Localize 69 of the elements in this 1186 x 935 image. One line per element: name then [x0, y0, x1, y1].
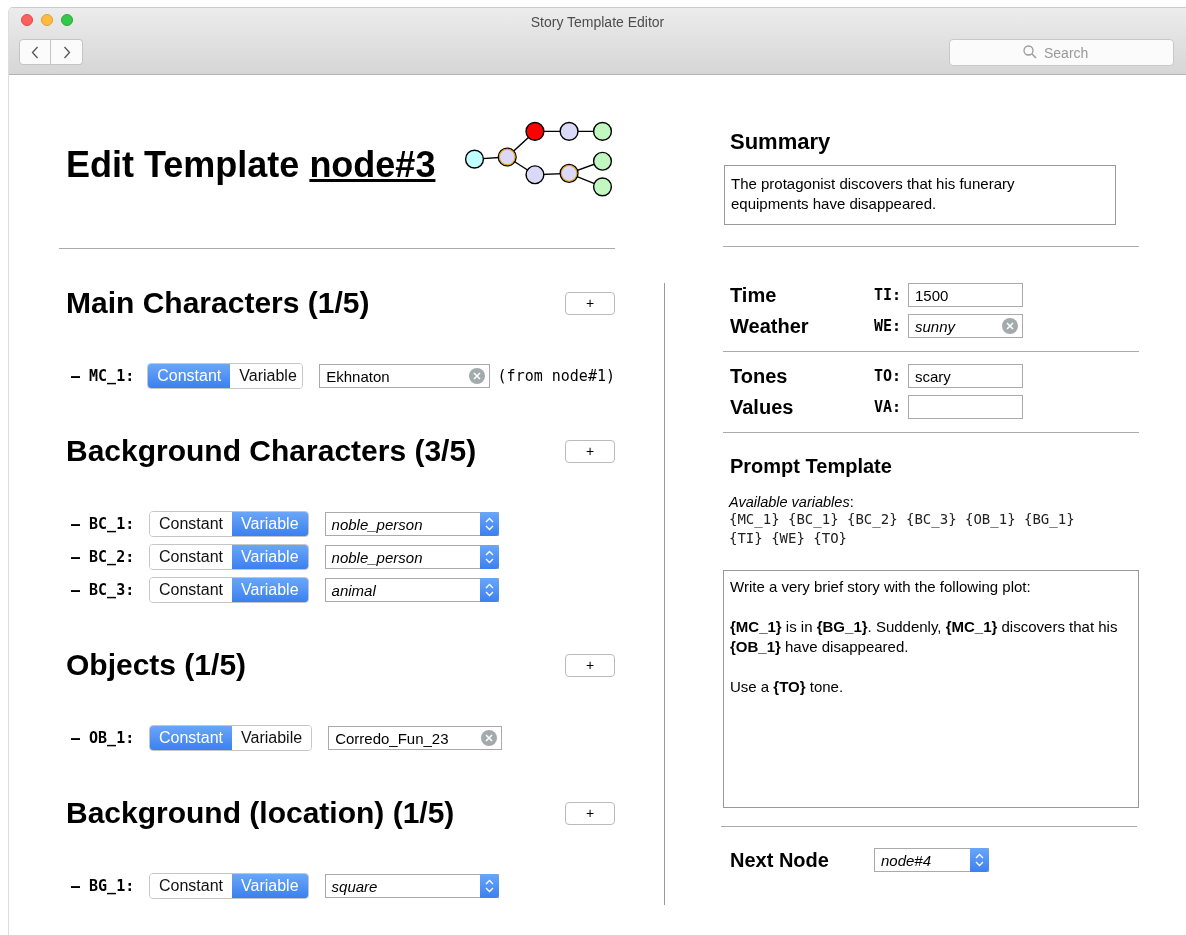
graph-node	[559, 163, 580, 183]
prompt-heading: Prompt Template	[730, 455, 893, 478]
entry-label: – BC_2:	[71, 548, 136, 566]
entry-label: – MC_1:	[71, 367, 136, 385]
zoom-button[interactable]	[61, 14, 73, 26]
variables-list: {MC_1} {BC_1} {BC_2} {BC_3} {OB_1} {BG_1} {TI} {WE} {TO}	[729, 510, 1139, 548]
stepper-icon	[479, 874, 499, 898]
dropdown[interactable]: node#4	[874, 848, 989, 872]
minimize-button[interactable]	[41, 14, 53, 26]
search-icon	[1023, 45, 1037, 59]
source-note: (from node#1)	[497, 367, 615, 385]
setting-label: Time	[730, 283, 778, 307]
summary-heading: Summary	[730, 129, 832, 155]
add-button[interactable]: +	[565, 291, 615, 315]
graph-node	[498, 146, 518, 167]
entry-label: – BC_3:	[71, 581, 136, 599]
close-button[interactable]	[21, 14, 33, 26]
chevron-right-icon	[62, 45, 71, 59]
text-field[interactable]: sunny	[908, 314, 1023, 338]
next-node-label: Next Node	[730, 848, 830, 872]
summary-field[interactable]: The protagonist discovers that his funerary equipments have disappeared.	[724, 165, 1116, 225]
text-field[interactable]: Ekhnaton	[319, 364, 490, 388]
page-title: Edit Template node#3	[66, 143, 436, 186]
prompt-textarea[interactable]: Write a very brief story with the following plot: {MC_1} is in {BG_1}. Suddenly, {MC_1} discovers that his {OB_1} have disappeared. Use a {TO} tone.	[723, 570, 1139, 808]
entry-label: – OB_1:	[71, 729, 136, 747]
variable-code: WE:	[874, 317, 903, 335]
graph-node	[559, 121, 580, 141]
dropdown[interactable]: noble_person	[324, 545, 499, 569]
dropdown[interactable]: noble_person	[324, 512, 499, 536]
clear-icon[interactable]	[468, 368, 485, 384]
add-button[interactable]: +	[565, 439, 615, 463]
graph-node	[525, 164, 545, 184]
dropdown[interactable]: animal	[324, 578, 499, 602]
section-heading: Objects (1/5)	[66, 648, 247, 682]
forward-button[interactable]	[51, 39, 83, 65]
stepper-icon	[970, 848, 989, 872]
clear-icon[interactable]	[481, 730, 498, 746]
search-field[interactable]: Search	[949, 39, 1174, 66]
text-field[interactable]: scary	[908, 364, 1023, 388]
graph-node	[593, 151, 613, 171]
text-field[interactable]: Corredo_Fun_23	[328, 726, 503, 750]
setting-label: Values	[730, 395, 795, 419]
chevron-left-icon	[31, 45, 39, 59]
variable-code: VA:	[874, 398, 903, 416]
entry-label: – BG_1:	[71, 877, 136, 895]
section-heading: Background (location) (1/5)	[66, 796, 455, 830]
graph-node	[465, 149, 485, 169]
add-button[interactable]: +	[565, 801, 615, 825]
stepper-icon	[479, 512, 499, 536]
text-field[interactable]: 1500	[908, 283, 1023, 307]
dropdown[interactable]: square	[324, 874, 499, 898]
variable-code: TO:	[874, 367, 903, 385]
graph-node	[593, 176, 613, 196]
add-button[interactable]: +	[565, 653, 615, 677]
variable-code: TI:	[874, 286, 903, 304]
text-field[interactable]	[908, 395, 1023, 419]
entry-label: – BC_1:	[71, 515, 136, 533]
setting-label: Weather	[730, 314, 810, 338]
available-variables-label: Available variables:	[729, 494, 855, 510]
graph-node	[593, 121, 613, 141]
stepper-icon	[479, 578, 499, 602]
section-heading: Main Characters (1/5)	[66, 286, 370, 320]
clear-icon[interactable]	[1002, 318, 1018, 334]
section-heading: Background Characters (3/5)	[66, 434, 477, 468]
window-title: Story Template Editor	[530, 14, 665, 30]
stepper-icon	[479, 545, 499, 569]
back-button[interactable]	[19, 39, 51, 65]
setting-label: Tones	[730, 364, 789, 388]
graph-node	[525, 121, 545, 141]
